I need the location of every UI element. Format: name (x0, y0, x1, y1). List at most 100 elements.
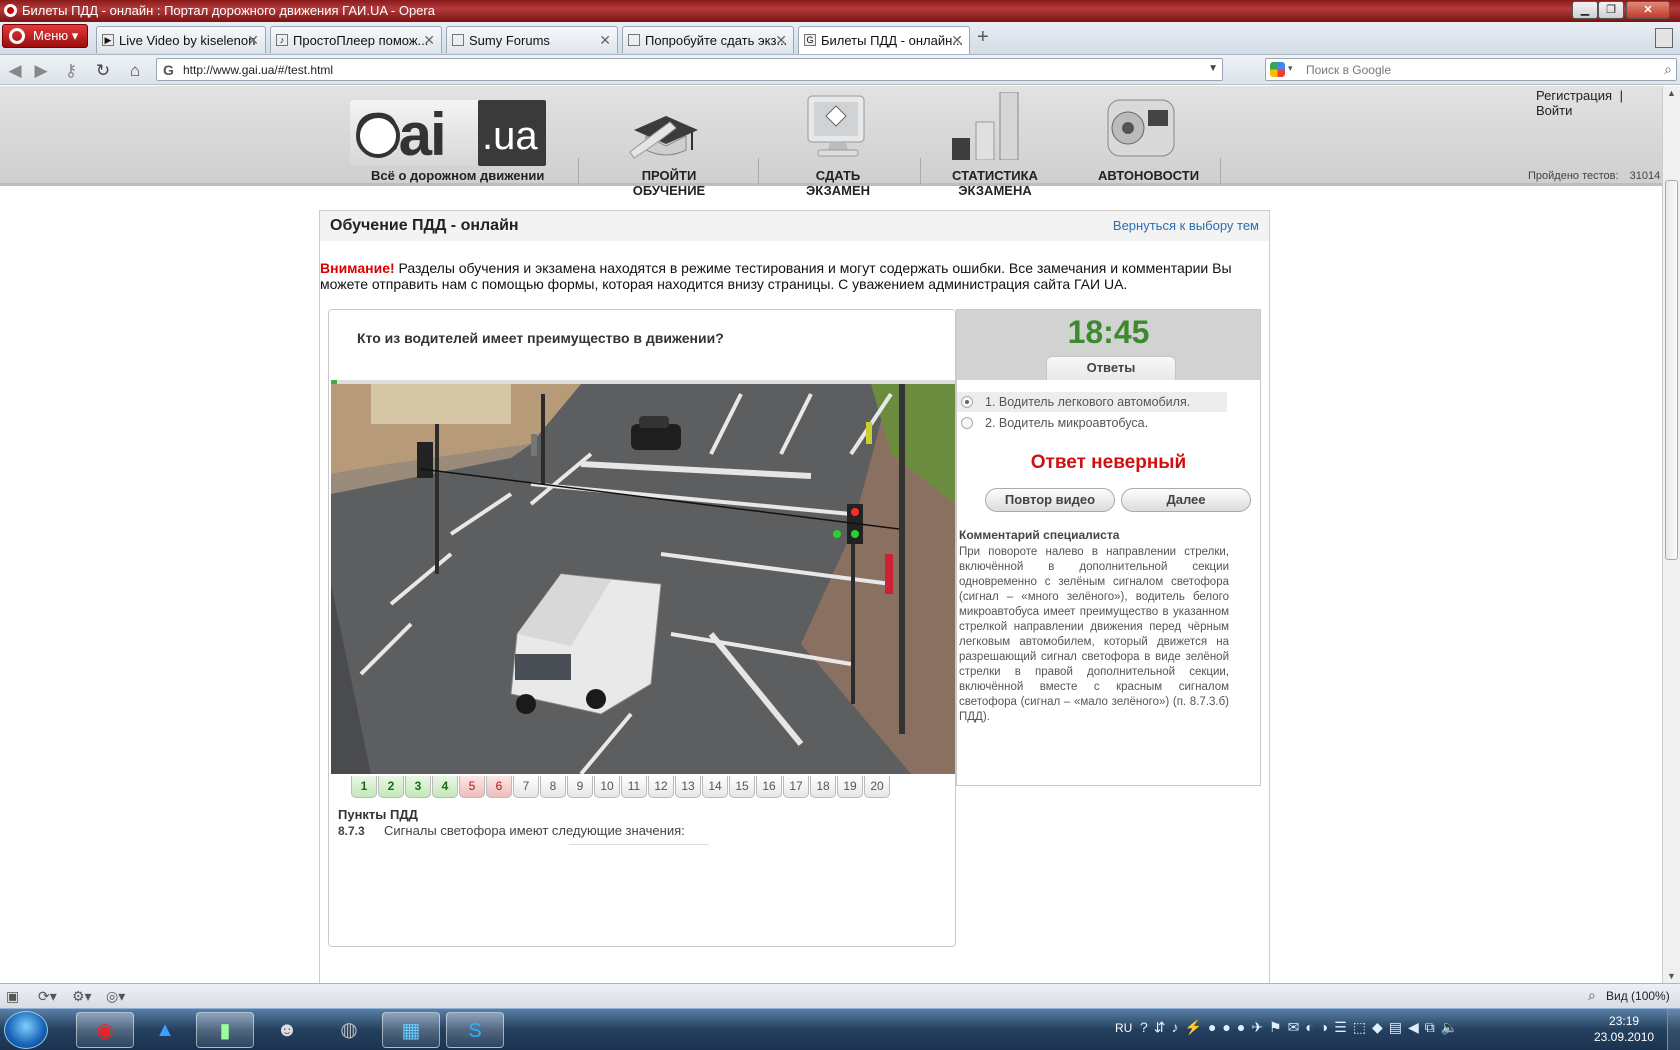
question-number-button[interactable]: 14 (702, 776, 728, 798)
forward-arrow-icon[interactable]: ▶ (30, 61, 52, 81)
answer-option-2[interactable]: 2. Водитель микроавтобуса. (957, 413, 1227, 433)
nav-autonews[interactable]: АВТОНОВОСТИ (1098, 168, 1199, 183)
question-number-button[interactable]: 1 (351, 776, 377, 798)
taskbar-app-icon[interactable]: ◍ (320, 1012, 378, 1048)
search-icon[interactable]: ⌕ (1664, 61, 1672, 78)
tab-close-icon[interactable]: ✕ (247, 32, 259, 49)
address-bar[interactable]: G http://www.gai.ua/#/test.html ▼ (156, 58, 1223, 81)
site-logo[interactable]: Gai .ua (350, 100, 546, 168)
back-to-topics-link[interactable]: Вернуться к выбору тем (1113, 218, 1259, 233)
browser-tab-2[interactable]: ♪ ПростоПлеер помож... ✕ (270, 26, 442, 53)
close-window-button[interactable]: ✕ (1626, 1, 1670, 19)
register-link[interactable]: Регистрация (1536, 88, 1612, 103)
question-number-button[interactable]: 6 (486, 776, 512, 798)
sync-icon[interactable]: ⟳▾ (38, 988, 57, 1005)
nav-learn[interactable]: ПРОЙТИ ОБУЧЕНИЕ (612, 168, 726, 198)
tab-close-icon[interactable]: ✕ (775, 32, 787, 49)
taskbar-app-icon[interactable]: ▲ (136, 1012, 194, 1048)
home-icon[interactable]: ⌂ (124, 61, 146, 81)
question-number-button[interactable]: 13 (675, 776, 701, 798)
window-title: Билеты ПДД - онлайн : Портал дорожного д… (22, 3, 435, 18)
bar-chart-icon (952, 92, 1019, 160)
question-number-button[interactable]: 5 (459, 776, 485, 798)
browser-tab-3[interactable]: Sumy Forums ✕ (446, 26, 618, 53)
question-number-button[interactable]: 8 (540, 776, 566, 798)
question-number-button[interactable]: 3 (405, 776, 431, 798)
zoom-level[interactable]: Вид (100%) (1606, 989, 1670, 1003)
browser-tab-4[interactable]: Попробуйте сдать экз... ✕ (622, 26, 794, 53)
question-number-button[interactable]: 4 (432, 776, 458, 798)
radio-button[interactable] (961, 417, 973, 429)
nav-statistics[interactable]: СТАТИСТИКА ЭКЗАМЕНА (920, 168, 1070, 198)
intersection-video[interactable] (331, 384, 955, 774)
question-number-button[interactable]: 16 (756, 776, 782, 798)
tab-answers[interactable]: Ответы (1046, 356, 1176, 380)
browser-tab-5[interactable]: G Билеты ПДД - онлайн... ✕ (798, 26, 970, 54)
taskbar-alien-icon[interactable]: ☻ (258, 1012, 316, 1048)
dropdown-arrow-icon[interactable]: ▼ (1208, 63, 1218, 74)
tab-label: Попробуйте сдать экз... (645, 33, 788, 48)
question-number-button[interactable]: 12 (648, 776, 674, 798)
replay-video-button[interactable]: Повтор видео (985, 488, 1115, 512)
reload-icon[interactable]: ↻ (92, 61, 114, 81)
answer-label: 1. Водитель легкового автомобиля. (985, 395, 1191, 409)
back-arrow-icon[interactable]: ◀ (4, 61, 26, 81)
answer-verdict: Ответ неверный (1030, 452, 1187, 473)
question-number-button[interactable]: 15 (729, 776, 755, 798)
turbo-icon[interactable]: ◎▾ (106, 988, 125, 1005)
question-number-button[interactable]: 19 (837, 776, 863, 798)
trash-icon[interactable] (1655, 28, 1673, 48)
chevron-down-icon[interactable]: ▾ (1288, 63, 1293, 74)
rule-number[interactable]: 8.7.3 (338, 824, 365, 838)
start-button[interactable] (4, 1011, 48, 1049)
scrollbar-thumb[interactable] (1665, 180, 1678, 560)
question-number-button[interactable]: 2 (378, 776, 404, 798)
page-scrollbar[interactable]: ▲ ▼ (1662, 86, 1680, 983)
unite-icon[interactable]: ⚙▾ (72, 988, 92, 1005)
scroll-up-icon[interactable]: ▲ (1667, 88, 1676, 98)
zoom-icon[interactable]: ⌕ (1588, 987, 1596, 1004)
scroll-down-icon[interactable]: ▼ (1667, 971, 1676, 981)
tab-close-icon[interactable]: ✕ (599, 32, 611, 49)
warning-label: Внимание! (320, 260, 395, 276)
login-link[interactable]: Войти (1536, 103, 1572, 118)
question-number-button[interactable]: 18 (810, 776, 836, 798)
next-button[interactable]: Далее (1121, 488, 1251, 512)
question-number-button[interactable]: 9 (567, 776, 593, 798)
taskbar-app-icon[interactable]: ▮ (196, 1012, 254, 1048)
graduation-cap-icon (629, 116, 698, 159)
language-indicator[interactable]: RU (1115, 1021, 1132, 1035)
tab-close-icon[interactable]: ✕ (423, 32, 435, 49)
video-icon: ▶ (102, 34, 114, 46)
show-desktop-button[interactable] (1667, 1009, 1680, 1050)
new-tab-button[interactable]: + (977, 26, 989, 49)
taskbar-opera-icon[interactable]: ◉ (76, 1012, 134, 1048)
opera-menu-button[interactable]: Меню ▾ (2, 24, 88, 48)
tab-close-icon[interactable]: ✕ (951, 32, 963, 49)
question-number-button[interactable]: 7 (513, 776, 539, 798)
tests-passed: Пройдено тестов: 31014 (1528, 170, 1660, 182)
question-number-button[interactable]: 10 (594, 776, 620, 798)
system-clock[interactable]: 23:19 23.09.2010 (1594, 1013, 1654, 1045)
tab-bar: Меню ▾ ▶ Live Video by kiselenon ✕ ♪ Про… (0, 22, 1680, 55)
radio-button[interactable] (961, 396, 973, 408)
panel-toggle-icon[interactable]: ▣ (6, 988, 19, 1005)
menu-label: Меню (33, 28, 69, 43)
maximize-button[interactable]: ❐ (1598, 1, 1624, 19)
search-input[interactable]: ▾ Поиск в Google ⌕ (1265, 58, 1677, 81)
key-icon[interactable]: ⚷ (60, 61, 82, 81)
divider (569, 844, 709, 845)
taskbar-skype-icon[interactable]: S (446, 1012, 504, 1048)
question-number-button[interactable]: 17 (783, 776, 809, 798)
question-number-button[interactable]: 20 (864, 776, 890, 798)
system-tray-icons[interactable]: ?⇵♪⚡●●●✈⚑✉◐◑☰⬚◆▤◀⧉🔈 (1140, 1019, 1464, 1036)
minimize-button[interactable]: ▁ (1572, 1, 1598, 19)
answer-label: 2. Водитель микроавтобуса. (985, 416, 1149, 430)
browser-tab-1[interactable]: ▶ Live Video by kiselenon ✕ (96, 26, 266, 53)
page-title: Обучение ПДД - онлайн (330, 217, 519, 234)
timer-box: 18:45 Ответы (957, 310, 1260, 380)
nav-exam[interactable]: СДАТЬ ЭКЗАМЕН (786, 168, 890, 198)
taskbar-app-icon[interactable]: ▦ (382, 1012, 440, 1048)
question-number-button[interactable]: 11 (621, 776, 647, 798)
answer-option-1[interactable]: 1. Водитель легкового автомобиля. (957, 392, 1227, 412)
